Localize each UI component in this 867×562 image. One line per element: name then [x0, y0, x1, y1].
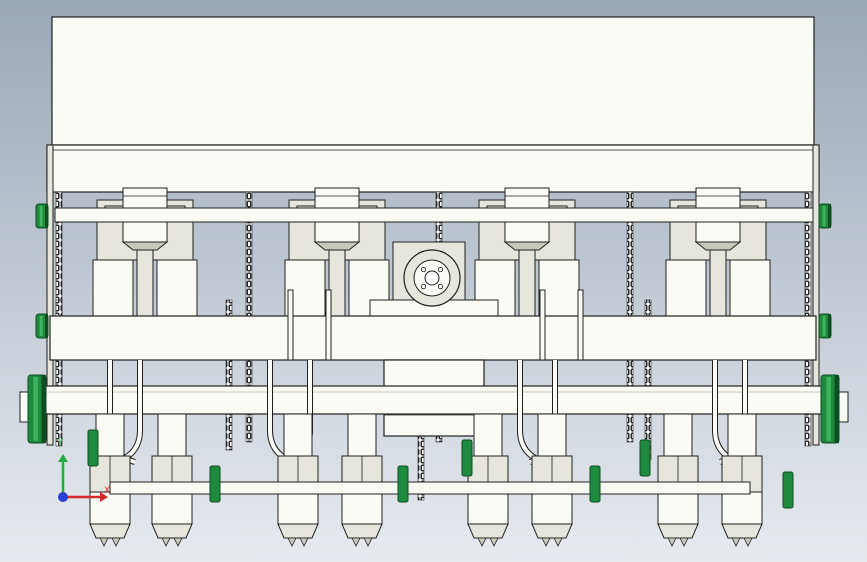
lower-sprocket[interactable]: [397, 465, 409, 503]
furrow-opener-3[interactable]: [277, 413, 319, 547]
wheel-shadow: [828, 314, 831, 338]
meter-leg-left[interactable]: [665, 259, 707, 321]
flange-bolt-hole: [420, 266, 427, 273]
opener-shank[interactable]: [537, 413, 567, 459]
opener-point-base: [89, 523, 131, 539]
opener-boot[interactable]: [151, 491, 193, 525]
hopper-lower-panel[interactable]: [46, 144, 820, 193]
opener-shank[interactable]: [347, 413, 377, 459]
opener-point-base: [721, 523, 763, 539]
side-wheel-mid-left[interactable]: [35, 313, 49, 339]
opener-point-base: [531, 523, 573, 539]
x-axis-label: X: [104, 486, 111, 496]
vertical-rod: [287, 289, 294, 361]
seeder-front-view: [0, 0, 867, 562]
opener-point-base: [151, 523, 193, 539]
meter-leg-right[interactable]: [156, 259, 198, 321]
opener-point-base: [341, 523, 383, 539]
wheel-highlight: [39, 316, 43, 336]
flange-bolt-hole: [437, 283, 444, 290]
opener-shank[interactable]: [727, 413, 757, 459]
opener-point-base: [277, 523, 319, 539]
main-frame-beam[interactable]: [49, 315, 817, 361]
lower-sprocket[interactable]: [461, 439, 473, 477]
furrow-opener-6[interactable]: [531, 413, 573, 547]
furrow-opener-5[interactable]: [467, 413, 509, 547]
lower-sprocket[interactable]: [639, 439, 651, 477]
wheel-shadow: [834, 375, 839, 443]
opener-shank[interactable]: [95, 413, 125, 459]
side-wheel-top-left[interactable]: [35, 203, 49, 229]
opener-shank[interactable]: [663, 413, 693, 459]
opener-boot[interactable]: [467, 491, 509, 525]
cad-viewport[interactable]: X Y: [0, 0, 867, 562]
opener-axle[interactable]: [109, 481, 751, 495]
side-wheel-lower-right[interactable]: [820, 374, 840, 444]
furrow-opener-7[interactable]: [657, 413, 699, 547]
opener-boot[interactable]: [277, 491, 319, 525]
meter-drop-chute: [136, 249, 154, 321]
opener-boot[interactable]: [341, 491, 383, 525]
meter-leg-left[interactable]: [92, 259, 134, 321]
wheel-shadow: [828, 204, 831, 228]
gearbox-bore: [424, 270, 440, 286]
vertical-rod: [577, 289, 584, 361]
lower-sprocket[interactable]: [589, 465, 601, 503]
side-wheel-mid-right[interactable]: [818, 313, 832, 339]
wheel-highlight: [822, 206, 826, 226]
opener-boot[interactable]: [657, 491, 699, 525]
lower-toolbar-tube[interactable]: [44, 385, 824, 415]
opener-boot[interactable]: [531, 491, 573, 525]
lower-sprocket[interactable]: [782, 471, 794, 509]
opener-boot[interactable]: [721, 491, 763, 525]
wheel-shadow: [45, 314, 48, 338]
furrow-opener-8[interactable]: [721, 413, 763, 547]
meter-drop-chute: [518, 249, 536, 321]
wheel-highlight: [826, 377, 831, 441]
drive-shaft[interactable]: [54, 207, 814, 223]
side-wheel-lower-left[interactable]: [27, 374, 47, 444]
furrow-opener-2[interactable]: [151, 413, 193, 547]
wheel-highlight: [39, 206, 43, 226]
y-axis-label: Y: [58, 438, 64, 448]
vertical-rod: [539, 289, 546, 361]
meter-drop-chute: [709, 249, 727, 321]
wheel-shadow: [41, 375, 46, 443]
wheel-highlight: [822, 316, 826, 336]
seed-hopper[interactable]: [51, 16, 815, 146]
lower-sprocket[interactable]: [87, 429, 99, 467]
opener-point-base: [467, 523, 509, 539]
meter-leg-right[interactable]: [729, 259, 771, 321]
opener-shank[interactable]: [283, 413, 313, 459]
opener-point-base: [657, 523, 699, 539]
wheel-shadow: [45, 204, 48, 228]
opener-shank[interactable]: [157, 413, 187, 459]
opener-shank[interactable]: [473, 413, 503, 459]
furrow-opener-4[interactable]: [341, 413, 383, 547]
flange-bolt-hole: [420, 283, 427, 290]
z-axis-dot: [58, 492, 68, 502]
flange-bolt-hole: [437, 266, 444, 273]
lower-sprocket[interactable]: [209, 465, 221, 503]
vertical-rod: [325, 289, 332, 361]
wheel-highlight: [33, 377, 38, 441]
side-wheel-top-right[interactable]: [818, 203, 832, 229]
